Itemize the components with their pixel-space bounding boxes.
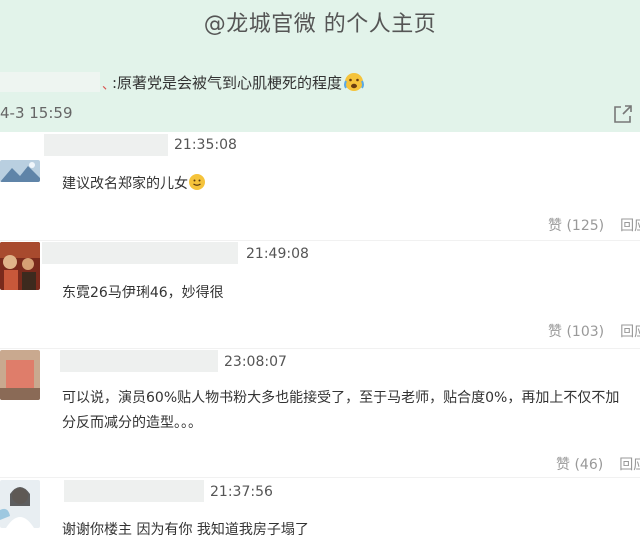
post-username-redacted: [0, 72, 100, 92]
comment-actions: 赞 (103) 回应: [548, 321, 640, 341]
post-timestamp: 4-3 15:59: [0, 104, 73, 122]
username-redacted[interactable]: [60, 350, 218, 372]
profile-header: @龙城官微 的个人主页 、 :原著党是会被气到心肌梗死的程度 4-3 15:59: [0, 0, 640, 132]
comment-text: 谢谢你楼主 因为有你 我知道我房子塌了: [62, 522, 309, 538]
username-redacted[interactable]: [42, 242, 238, 264]
comment-item: 21:49:08 东霓26马伊琍46，妙得很 赞 (103) 回应: [0, 241, 640, 349]
reply-button[interactable]: 回应: [620, 324, 640, 340]
comment-text-line: 可以说，演员60%贴人物书粉大多也能接受了，至于马老师，贴合度0%，再加上不仅不…: [62, 390, 620, 406]
avatar[interactable]: [0, 242, 40, 290]
avatar[interactable]: [0, 350, 40, 400]
crying-emoji-icon: [343, 72, 365, 96]
avatar[interactable]: [0, 480, 40, 528]
like-button[interactable]: 赞 (46): [556, 457, 603, 473]
comment-item: 23:08:07 可以说，演员60%贴人物书粉大多也能接受了，至于马老师，贴合度…: [0, 349, 640, 477]
comment-item: 21:37:56 谢谢你楼主 因为有你 我知道我房子塌了: [0, 478, 640, 542]
comment-timestamp: 21:49:08: [246, 246, 309, 262]
page-title: @龙城官微 的个人主页: [203, 12, 437, 37]
like-button[interactable]: 赞 (103): [548, 324, 604, 340]
comment-item: 21:35:08 建议改名郑家的儿女 赞 (125) 回应: [0, 132, 640, 240]
comment-timestamp: 21:35:08: [174, 137, 237, 153]
avatar[interactable]: [0, 160, 40, 182]
comment-text: 可以说，演员60%贴人物书粉大多也能接受了，至于马老师，贴合度0%，再加上不仅不…: [62, 386, 619, 436]
comment-actions: 赞 (125) 回应: [548, 215, 640, 235]
comment-text: 东霓26马伊琍46，妙得很: [62, 285, 224, 301]
comment-timestamp: 21:37:56: [210, 484, 273, 500]
comment-actions: 赞 (46) 回应: [556, 454, 640, 474]
like-button[interactable]: 赞 (125): [548, 218, 604, 234]
reply-button[interactable]: 回应: [619, 457, 640, 473]
reply-button[interactable]: 回应: [620, 218, 640, 234]
post-text-content: :原著党是会被气到心肌梗死的程度: [112, 74, 343, 92]
smile-emoji-icon: [189, 174, 205, 190]
comment-text: 建议改名郑家的儿女: [62, 172, 205, 197]
username-redacted[interactable]: [64, 480, 204, 502]
comment-text-content: 建议改名郑家的儿女: [62, 176, 188, 192]
post-text: :原著党是会被气到心肌梗死的程度: [112, 72, 365, 96]
comment-timestamp: 23:08:07: [224, 354, 287, 370]
username-redacted[interactable]: [44, 134, 168, 156]
comment-text-line: 分反而减分的造型。。。: [62, 415, 202, 431]
share-icon[interactable]: [612, 103, 634, 125]
